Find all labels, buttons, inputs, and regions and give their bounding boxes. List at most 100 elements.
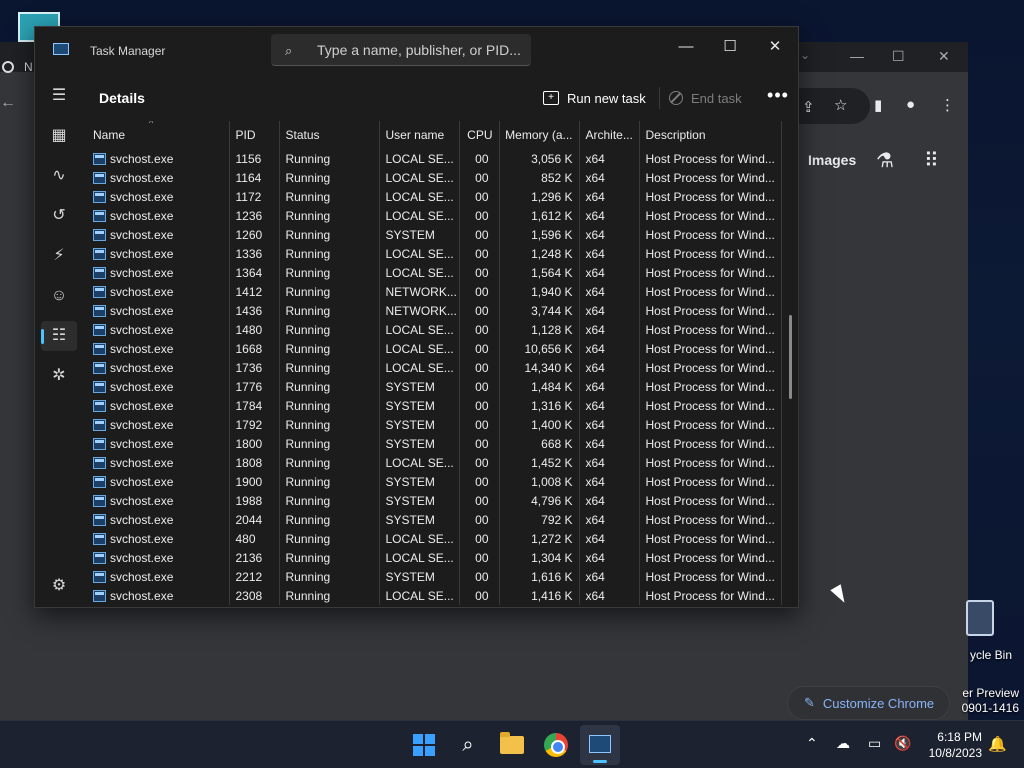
table-cell: Running — [279, 434, 380, 453]
search-box[interactable]: ⌕ — [271, 34, 531, 66]
table-row[interactable]: svchost.exe 1988 Running SYSTEM 00 4,796 Kx64… — [87, 491, 782, 510]
table-cell: Running — [279, 301, 380, 320]
table-cell: 1336 — [229, 244, 280, 263]
column-header[interactable]: Description — [639, 121, 782, 149]
bookmark-star-icon[interactable]: ☆ — [834, 96, 847, 114]
table-row[interactable]: svchost.exe 1436 Running NETWORK... 00 3,744 … — [87, 301, 782, 320]
task-manager-button[interactable] — [580, 725, 620, 765]
table-cell: LOCAL SE... — [379, 529, 460, 548]
chrome-button[interactable] — [536, 725, 576, 765]
table-row[interactable]: svchost.exe 1480 Running LOCAL SE... 00 1,128… — [87, 320, 782, 339]
start-button[interactable] — [404, 725, 444, 765]
column-header[interactable]: Name ^ — [87, 121, 230, 149]
services-icon[interactable]: ✲ — [41, 361, 77, 391]
details-icon[interactable]: ☷ — [41, 321, 77, 351]
table-cell: Running — [279, 415, 380, 434]
table-row[interactable]: svchost.exe 2044 Running SYSTEM 00 792 Kx64 Ho… — [87, 510, 782, 529]
file-explorer-button[interactable] — [492, 725, 532, 765]
chrome-maximize-icon[interactable]: ☐ — [892, 48, 905, 65]
table-cell: 00 — [459, 225, 500, 244]
startup-apps-icon[interactable]: ⚡ — [41, 241, 77, 271]
labs-flask-icon[interactable]: ⚗ — [876, 148, 894, 173]
back-arrow-icon[interactable]: ← — [0, 94, 16, 112]
table-row[interactable]: svchost.exe 1156 Running LOCAL SE... 00 3,056… — [87, 149, 782, 168]
processes-icon[interactable]: ▦ — [41, 121, 77, 151]
search-button[interactable]: ⌕ — [448, 725, 488, 765]
table-row[interactable]: svchost.exe 1776 Running SYSTEM 00 1,484 Kx64… — [87, 377, 782, 396]
table-row[interactable]: svchost.exe 1172 Running LOCAL SE... 00 1,296… — [87, 187, 782, 206]
process-name: svchost.exe — [110, 170, 174, 185]
process-name: svchost.exe — [110, 208, 174, 223]
table-row[interactable]: svchost.exe 2308 Running LOCAL SE... 00 1,416… — [87, 586, 782, 605]
side-panel-icon[interactable]: ▮ — [874, 96, 882, 114]
images-link[interactable]: Images — [808, 152, 856, 168]
table-row[interactable]: svchost.exe 1784 Running SYSTEM 00 1,316 Kx64… — [87, 396, 782, 415]
app-history-icon[interactable]: ↺ — [41, 201, 77, 231]
chrome-close-icon[interactable]: ✕ — [938, 48, 950, 65]
column-header[interactable]: Memory (a... — [499, 121, 580, 149]
customize-chrome-button[interactable]: ✎ Customize Chrome — [787, 686, 950, 720]
table-row[interactable]: svchost.exe 1668 Running LOCAL SE... 00 10,65… — [87, 339, 782, 358]
table-cell: svchost.exe — [87, 586, 230, 605]
table-row[interactable]: svchost.exe 1260 Running SYSTEM 00 1,596 Kx64… — [87, 225, 782, 244]
table-row[interactable]: svchost.exe 1792 Running SYSTEM 00 1,400 Kx64… — [87, 415, 782, 434]
run-new-task-button[interactable]: + Run new task — [543, 86, 646, 110]
share-icon[interactable]: ⇪ — [802, 98, 815, 116]
table-cell: 00 — [459, 339, 500, 358]
table-row[interactable]: svchost.exe 1736 Running LOCAL SE... 00 14,34… — [87, 358, 782, 377]
onedrive-icon[interactable]: ☁ — [836, 735, 850, 752]
table-cell: 1,128 K — [499, 320, 580, 339]
table-row[interactable]: svchost.exe 1808 Running LOCAL SE... 00 1,452… — [87, 453, 782, 472]
close-icon[interactable]: ✕ — [752, 32, 798, 62]
network-icon[interactable]: ▭ — [868, 735, 881, 752]
table-cell: Running — [279, 168, 380, 187]
chrome-menu-icon[interactable]: ⋮ — [940, 96, 955, 114]
minimize-icon[interactable]: — — [663, 32, 709, 62]
column-header[interactable]: User name — [379, 121, 460, 149]
show-hidden-icons-icon[interactable]: ⌃ — [806, 735, 818, 752]
google-apps-grid-icon[interactable]: ⠿ — [924, 148, 939, 173]
volume-muted-icon[interactable]: 🔇 — [894, 735, 911, 752]
chrome-tab-title[interactable]: N — [24, 60, 33, 74]
table-cell: 3,056 K — [499, 149, 580, 168]
table-row[interactable]: svchost.exe 1236 Running LOCAL SE... 00 1,612… — [87, 206, 782, 225]
performance-icon[interactable]: ∿ — [41, 161, 77, 191]
hamburger-menu-icon[interactable]: ☰ — [41, 81, 77, 111]
details-table-container[interactable]: Name ^ PID Status User name CPU Memory (a... Ar… — [87, 121, 789, 607]
column-header[interactable]: Status — [279, 121, 380, 149]
task-manager-titlebar[interactable]: Task Manager ⌕ — ☐ ✕ — [35, 27, 798, 73]
table-cell: 1,316 K — [499, 396, 580, 415]
run-new-task-label: Run new task — [567, 90, 646, 106]
search-input[interactable] — [317, 34, 522, 66]
recycle-bin[interactable]: ycle Bin — [958, 596, 1024, 666]
table-row[interactable]: svchost.exe 1336 Running LOCAL SE... 00 1,248… — [87, 244, 782, 263]
column-header[interactable]: CPU — [459, 121, 500, 149]
settings-icon[interactable]: ⚙ — [41, 571, 77, 601]
table-row[interactable]: svchost.exe 1800 Running SYSTEM 00 668 Kx64 Ho… — [87, 434, 782, 453]
table-cell: Running — [279, 263, 380, 282]
table-row[interactable]: svchost.exe 1364 Running LOCAL SE... 00 1,564… — [87, 263, 782, 282]
system-clock[interactable]: 6:18 PM 10/8/2023 — [916, 729, 982, 761]
table-row[interactable]: svchost.exe 2136 Running LOCAL SE... 00 1,304… — [87, 548, 782, 567]
notification-bell-icon[interactable]: 🔔 — [988, 735, 1007, 753]
vertical-scrollbar[interactable] — [789, 315, 792, 399]
table-cell: NETWORK... — [379, 282, 460, 301]
table-cell: 00 — [459, 244, 500, 263]
table-cell: 00 — [459, 206, 500, 225]
chevron-down-icon[interactable]: ⌄ — [800, 48, 810, 62]
table-row[interactable]: svchost.exe 1164 Running LOCAL SE... 00 852 K… — [87, 168, 782, 187]
end-task-button[interactable]: End task — [669, 86, 742, 110]
table-row[interactable]: svchost.exe 2212 Running SYSTEM 00 1,616 Kx64… — [87, 567, 782, 586]
table-cell: 1364 — [229, 263, 280, 282]
profile-avatar-icon[interactable]: ● — [906, 96, 915, 113]
process-name: svchost.exe — [110, 493, 174, 508]
more-options-icon[interactable]: ••• — [763, 85, 793, 109]
table-row[interactable]: svchost.exe 1900 Running SYSTEM 00 1,008 Kx64… — [87, 472, 782, 491]
table-row[interactable]: svchost.exe 1412 Running NETWORK... 00 1,940 … — [87, 282, 782, 301]
column-header[interactable]: PID — [229, 121, 280, 149]
column-header[interactable]: Archite... — [579, 121, 640, 149]
table-row[interactable]: svchost.exe 480 Running LOCAL SE... 00 1,272 … — [87, 529, 782, 548]
maximize-icon[interactable]: ☐ — [707, 32, 753, 62]
chrome-minimize-icon[interactable]: — — [850, 48, 864, 64]
users-icon[interactable]: ☺ — [41, 281, 77, 311]
